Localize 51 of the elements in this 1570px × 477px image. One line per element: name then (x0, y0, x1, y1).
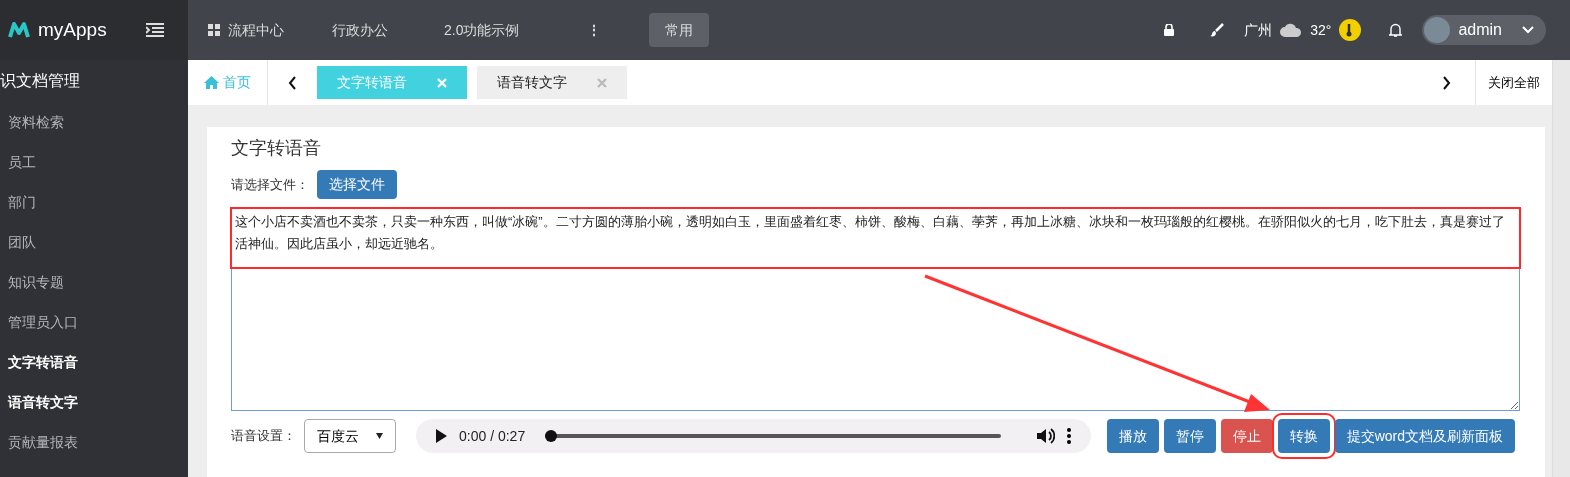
sidebar-item[interactable]: 语音转文字 (0, 382, 188, 422)
home-icon (204, 76, 219, 89)
lock-icon[interactable] (1164, 24, 1175, 36)
quick-button[interactable]: 常用 (649, 13, 710, 47)
panel-title: 文字转语音 (231, 137, 322, 160)
chevron-right-icon[interactable] (1442, 75, 1451, 90)
brush-icon[interactable] (1210, 23, 1225, 37)
more-menu[interactable]: ⋮ (547, 19, 642, 41)
sidebar-item[interactable]: 文字转语音 (0, 342, 188, 382)
action-button[interactable]: 停止 (1220, 419, 1273, 453)
progress-thumb[interactable] (545, 430, 558, 442)
voice-select[interactable]: 百度云 (304, 419, 396, 453)
sidebar-title: 识文档管理 (0, 71, 81, 91)
temperature: 32° (1310, 20, 1332, 40)
dropdown-arrow-icon (376, 433, 383, 439)
volume-icon[interactable] (1037, 428, 1055, 444)
choose-file-button[interactable]: 选择文件 (317, 170, 397, 199)
bell-icon[interactable] (1389, 23, 1403, 37)
audio-player[interactable]: 0:00 / 0:27 (416, 419, 1091, 453)
brand-name: myApps (38, 17, 107, 42)
sidebar-item[interactable]: 员工 (0, 142, 188, 182)
cloud-icon (1280, 23, 1303, 37)
action-button[interactable]: 播放 (1106, 419, 1159, 453)
thermometer-icon (1339, 19, 1362, 41)
user-menu[interactable]: admin (1422, 15, 1546, 45)
sidebar-item[interactable]: 团队 (0, 222, 188, 262)
sidebar-item[interactable]: 贡献量报表 (0, 422, 188, 462)
avatar (1424, 17, 1451, 43)
nav-item[interactable]: 流程中心 (188, 0, 304, 60)
menu-toggle-icon[interactable] (146, 23, 164, 37)
file-label: 请选择文件： (231, 175, 309, 194)
chevron-left-icon[interactable] (288, 75, 297, 90)
progress-track[interactable] (545, 430, 1001, 442)
voice-label: 语音设置： (231, 427, 296, 446)
scrollbar[interactable] (1552, 60, 1570, 477)
sidebar-item[interactable]: 部门 (0, 182, 188, 222)
more-options-icon[interactable] (1067, 428, 1071, 444)
chevron-down-icon (1522, 26, 1534, 34)
grid-icon (208, 24, 220, 36)
nav-item[interactable]: 2.0功能示例 (416, 0, 548, 60)
play-icon[interactable] (436, 429, 447, 443)
logo-icon (8, 21, 30, 39)
city-name: 广州 (1244, 20, 1273, 40)
playback-time: 0:00 / 0:27 (459, 426, 526, 446)
nav-item[interactable]: 行政办公 (304, 0, 416, 60)
sidebar-item[interactable]: 管理员入口 (0, 302, 188, 342)
page-tab[interactable]: 语音转文字 (477, 66, 627, 99)
sidebar-item[interactable]: 知识专题 (0, 262, 188, 302)
action-button[interactable]: 暂停 (1163, 419, 1216, 453)
sidebar-item[interactable]: 资料检索 (0, 102, 188, 142)
action-button[interactable]: 提交word文档及刷新面板 (1334, 419, 1515, 453)
